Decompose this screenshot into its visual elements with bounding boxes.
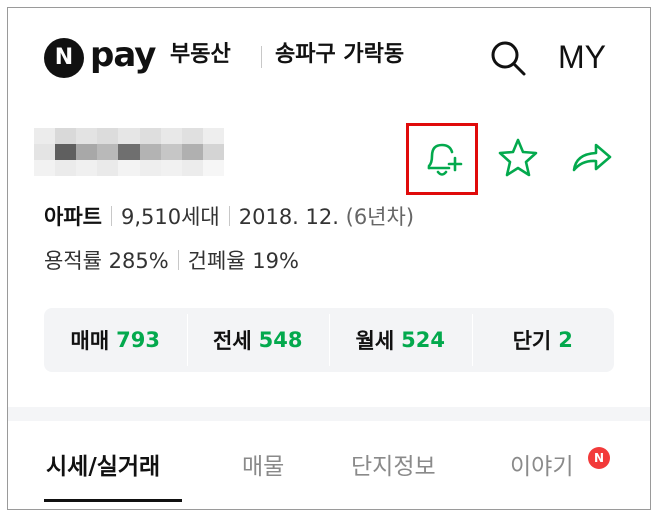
app-frame: N pay 부동산 송파구 가락동 MY 아파트 9,510세대 2018. 1… [7,7,651,510]
trade-count: 524 [401,328,445,352]
naver-logo-icon[interactable]: N [44,38,84,78]
bell-plus-icon [427,143,463,176]
favorite-button[interactable] [496,136,540,182]
trade-count: 2 [558,328,573,352]
approval-date: 2018. 12. [238,205,339,229]
service-name[interactable]: 부동산 [170,39,231,71]
my-button[interactable]: MY [558,35,606,79]
households: 9,510세대 [120,205,220,229]
divider [177,250,179,270]
trade-monthly-rent-button[interactable]: 월세 524 [329,308,472,372]
location-title[interactable]: 송파구 가락동 [275,39,404,71]
search-icon [491,41,526,76]
header: N pay 부동산 송파구 가락동 MY [8,8,650,104]
complex-name-blurred [34,128,224,176]
tab-bar: 시세/실거래 매물 단지정보 이야기 [8,421,650,509]
trade-type-bar: 매매 793 전세 548 월세 524 단기 2 [44,308,614,372]
section-divider [8,407,650,421]
complex-ratios: 용적률 285% 건폐율 19% [44,245,299,277]
trade-label: 단기 [512,329,552,353]
tab-stories[interactable]: 이야기 [510,447,573,487]
trade-label: 매매 [70,329,110,353]
star-icon [498,138,538,177]
divider [110,206,112,226]
building-coverage-ratio: 건폐율 19% [187,249,299,273]
header-divider [261,46,262,68]
complex-summary: 아파트 9,510세대 2018. 12. (6년차) [44,201,414,233]
trade-short-term-button[interactable]: 단기 2 [471,308,615,372]
floor-area-ratio: 용적률 285% [44,249,169,273]
new-badge: N [588,447,610,469]
active-tab-indicator [44,499,182,502]
trade-jeonse-button[interactable]: 전세 548 [186,308,330,372]
share-arrow-icon [572,143,612,172]
trade-label: 전세 [213,329,252,353]
share-button[interactable] [568,136,616,182]
pay-logo-text[interactable]: pay [90,33,156,77]
divider [228,206,230,226]
trade-count: 548 [258,328,303,352]
tab-price-transactions[interactable]: 시세/실거래 [46,447,160,487]
trade-label: 월세 [355,329,395,353]
building-age: (6년차) [345,205,415,229]
trade-sale-button[interactable]: 매매 793 [44,308,187,372]
trade-count: 793 [116,328,160,352]
tab-listings[interactable]: 매물 [242,447,284,487]
tab-complex-info[interactable]: 단지정보 [351,447,436,487]
alarm-add-button[interactable] [406,123,478,195]
complex-type: 아파트 [44,205,102,229]
search-button[interactable] [488,38,528,78]
